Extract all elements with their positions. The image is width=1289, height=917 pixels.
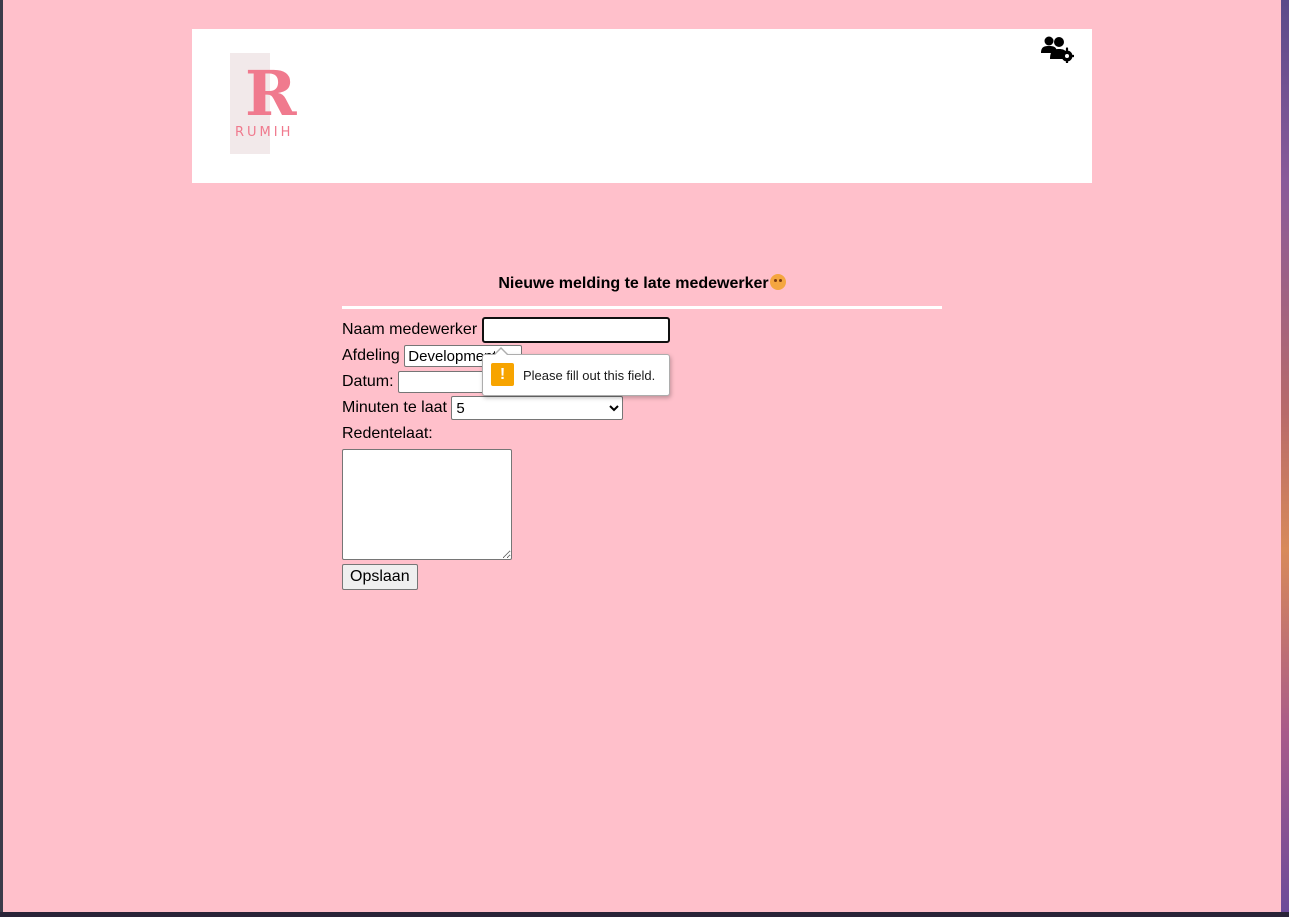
- save-button[interactable]: Opslaan: [342, 564, 418, 590]
- desktop-wallpaper-strip: [1281, 0, 1289, 917]
- logo-letter: R: [245, 57, 297, 130]
- employee-name-input[interactable]: [481, 317, 670, 343]
- department-label: Afdeling: [342, 347, 400, 364]
- minutes-label: Minuten te laat: [342, 399, 447, 416]
- name-label: Naam medewerker: [342, 321, 478, 338]
- site-header: R RUMIH: [192, 29, 1092, 183]
- form-title: Nieuwe melding te late medewerker: [342, 270, 942, 298]
- form-title-text: Nieuwe melding te late medewerker: [498, 275, 769, 292]
- validation-tooltip: ! Please fill out this field.: [482, 347, 670, 396]
- rumih-logo[interactable]: R RUMIH: [230, 53, 310, 155]
- reason-textarea[interactable]: [342, 449, 512, 560]
- warning-icon: !: [491, 363, 514, 386]
- reason-label: Redentelaat:: [342, 425, 433, 442]
- date-input[interactable]: [398, 371, 489, 393]
- minutes-row: Minuten te laat 5: [342, 395, 942, 421]
- reason-label-row: Redentelaat:: [342, 421, 942, 447]
- frowning-face-emoji-icon: [769, 274, 786, 290]
- date-label: Datum:: [342, 373, 394, 390]
- minutes-late-select[interactable]: 5: [451, 396, 624, 420]
- name-row: Naam medewerker: [342, 317, 942, 343]
- late-report-form: Nieuwe melding te late medewerker Naam m…: [342, 270, 942, 590]
- page-viewport: R RUMIH Nieuwe melding te late medewerke…: [3, 0, 1281, 912]
- title-divider: [342, 306, 942, 309]
- logo-wordmark: RUMIH: [235, 125, 294, 140]
- validation-message: Please fill out this field.: [523, 368, 656, 383]
- users-gear-icon[interactable]: [1040, 35, 1074, 63]
- window-bottom-edge: [0, 912, 1289, 917]
